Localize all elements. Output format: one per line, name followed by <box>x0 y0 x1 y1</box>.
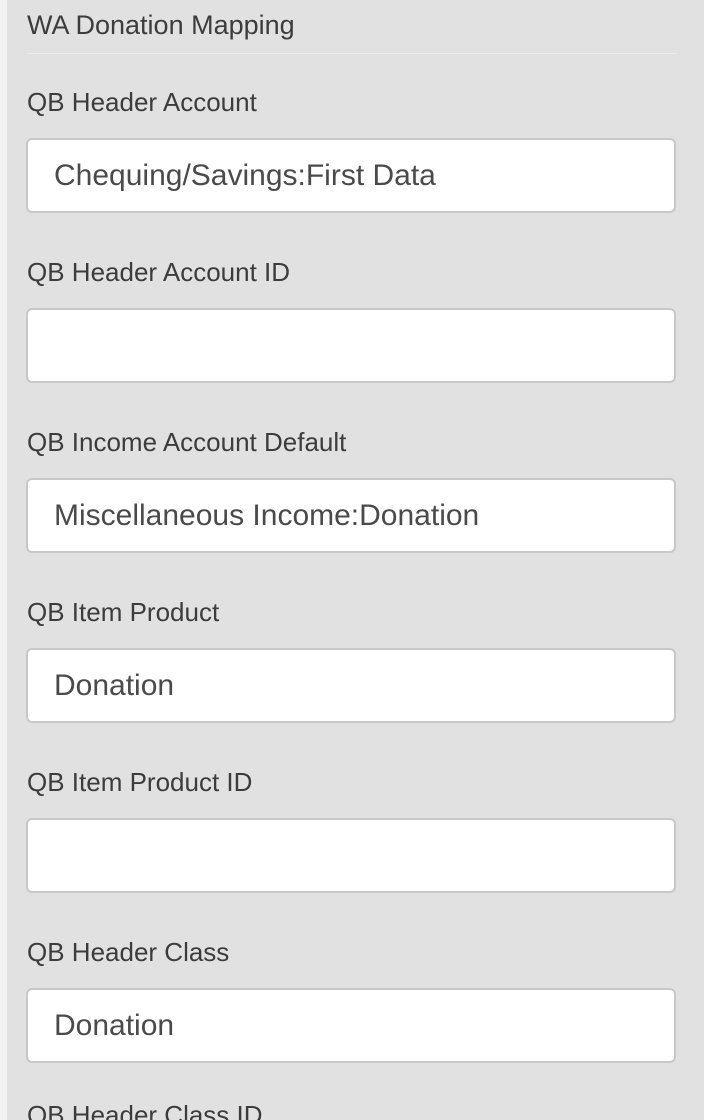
qb-income-account-default-label: QB Income Account Default <box>27 427 347 457</box>
qb-item-product-id-label: QB Item Product ID <box>27 767 253 797</box>
qb-header-account-id-input[interactable] <box>26 308 676 383</box>
qb-header-account-input[interactable] <box>26 138 676 213</box>
section-divider <box>27 53 677 54</box>
qb-item-product-id-input[interactable] <box>26 818 676 893</box>
section-title: WA Donation Mapping <box>27 10 295 40</box>
qb-header-class-label: QB Header Class <box>27 937 230 967</box>
qb-item-product-label: QB Item Product <box>27 597 220 627</box>
qb-income-account-default-input[interactable] <box>26 478 676 553</box>
mapping-panel: WA Donation Mapping QB Header Account QB… <box>7 0 704 1120</box>
qb-header-account-label: QB Header Account <box>27 87 257 117</box>
qb-header-account-id-label: QB Header Account ID <box>27 257 291 287</box>
qb-header-class-id-label: QB Header Class ID <box>27 1100 263 1120</box>
section-header: WA Donation Mapping <box>7 0 697 54</box>
qb-item-product-input[interactable] <box>26 648 676 723</box>
qb-header-class-input[interactable] <box>26 988 676 1063</box>
